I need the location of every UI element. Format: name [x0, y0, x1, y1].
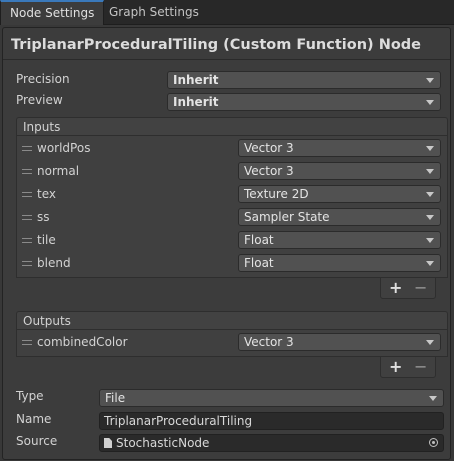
node-title: TriplanarProceduralTiling (Custom Functi… [11, 37, 422, 53]
output-type-dropdown[interactable]: Vector 3 [238, 333, 441, 351]
chevron-down-icon [426, 78, 434, 83]
chevron-down-icon [426, 261, 434, 266]
tab-bar: Node Settings Graph Settings [0, 0, 454, 25]
name-label: Name [16, 412, 52, 426]
inputs-header-label: Inputs [23, 120, 61, 134]
input-type-value: Texture 2D [244, 187, 309, 201]
name-field[interactable]: TriplanarProceduralTiling [99, 412, 444, 430]
outputs-header: Outputs [16, 311, 448, 330]
input-name[interactable]: worldPos [37, 141, 90, 155]
file-icon [104, 438, 112, 448]
drag-handle-icon[interactable] [22, 340, 32, 345]
input-type-value: Vector 3 [244, 141, 294, 155]
input-type-value: Float [244, 233, 274, 247]
source-value: StochasticNode [116, 436, 210, 450]
preview-value: Inherit [173, 95, 219, 109]
input-type-dropdown[interactable]: Float [238, 231, 441, 249]
chevron-down-icon [426, 100, 434, 105]
remove-output-button[interactable]: − [414, 357, 427, 377]
input-type-dropdown[interactable]: Sampler State [238, 208, 441, 226]
drag-handle-icon[interactable] [22, 146, 32, 151]
output-type-value: Vector 3 [244, 335, 294, 349]
preview-label: Preview [16, 93, 63, 107]
chevron-down-icon [429, 396, 437, 401]
input-name[interactable]: ss [37, 210, 50, 224]
precision-value: Inherit [173, 73, 219, 87]
input-name[interactable]: normal [37, 164, 79, 178]
chevron-down-icon [426, 146, 434, 151]
input-type-dropdown[interactable]: Float [238, 254, 441, 272]
tab-node-settings[interactable]: Node Settings [0, 0, 105, 25]
type-label: Type [16, 389, 44, 403]
precision-label: Precision [16, 72, 70, 86]
inputs-list-buttons: + − [380, 278, 436, 299]
object-picker-icon[interactable] [429, 438, 438, 447]
type-dropdown[interactable]: File [99, 389, 444, 407]
drag-handle-icon[interactable] [22, 238, 32, 243]
inputs-header: Inputs [16, 117, 448, 136]
chevron-down-icon [426, 169, 434, 174]
outputs-header-label: Outputs [23, 314, 71, 328]
input-type-dropdown[interactable]: Vector 3 [238, 139, 441, 157]
input-name[interactable]: tex [37, 187, 56, 201]
input-type-dropdown[interactable]: Vector 3 [238, 162, 441, 180]
add-output-button[interactable]: + [389, 357, 402, 377]
input-type-value: Sampler State [244, 210, 330, 224]
divider [3, 59, 450, 60]
input-type-dropdown[interactable]: Texture 2D [238, 185, 441, 203]
source-label: Source [16, 434, 58, 448]
input-name[interactable]: tile [37, 233, 56, 247]
type-value: File [105, 391, 126, 405]
drag-handle-icon[interactable] [22, 215, 32, 220]
drag-handle-icon[interactable] [22, 192, 32, 197]
chevron-down-icon [426, 215, 434, 220]
add-input-button[interactable]: + [389, 278, 402, 298]
tab-graph-settings[interactable]: Graph Settings [100, 0, 208, 24]
output-name[interactable]: combinedColor [37, 335, 128, 349]
input-type-value: Float [244, 256, 274, 270]
input-name[interactable]: blend [37, 256, 71, 270]
chevron-down-icon [426, 192, 434, 197]
chevron-down-icon [426, 238, 434, 243]
chevron-down-icon [426, 340, 434, 345]
drag-handle-icon[interactable] [22, 169, 32, 174]
remove-input-button[interactable]: − [414, 278, 427, 298]
input-type-value: Vector 3 [244, 164, 294, 178]
outputs-list-buttons: + − [380, 357, 436, 378]
drag-handle-icon[interactable] [22, 261, 32, 266]
node-settings-panel: TriplanarProceduralTiling (Custom Functi… [2, 27, 451, 460]
source-object-field[interactable]: StochasticNode [99, 434, 444, 452]
precision-dropdown[interactable]: Inherit [167, 71, 441, 89]
preview-dropdown[interactable]: Inherit [167, 93, 441, 111]
